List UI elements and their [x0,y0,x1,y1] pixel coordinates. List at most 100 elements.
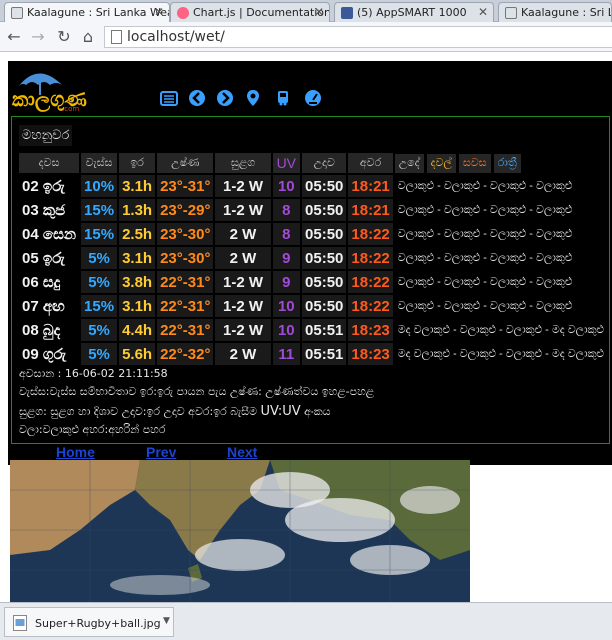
tab-title: Kaalagune : Sri Lanka [521,6,611,19]
close-tab-icon[interactable]: ✕ [314,5,324,19]
next-link[interactable]: Next [227,444,257,460]
temperature-cell: 23°-31° [157,175,214,197]
table-row: 09 ගුරු 5% 5.6h 22°-32° 2 W 11 05:51 18:… [19,343,607,365]
uv-cell: 8 [272,199,301,221]
sun-hours-cell: 2.5h [119,223,156,245]
prev-arrow-icon[interactable] [188,89,206,107]
tab-title: Chart.js | Documentation [193,6,330,19]
kaalagune-favicon-icon [505,7,517,19]
kaalagune-logo[interactable]: කාලගුණ .com [12,65,87,115]
sun-hours-cell: 1.3h [119,199,156,221]
sunset-cell: 18:22 [348,295,393,317]
close-tab-icon[interactable]: ✕ [154,5,164,19]
rain-cell: 10% [81,175,118,197]
forward-arrow-icon[interactable]: → [28,27,48,47]
chevron-down-icon[interactable]: ▼ [163,616,170,626]
header-uv: UV [272,153,301,173]
cloud-description-cell: වලාකුළු - වලාකුළු - වලාකුළු - වලාකුළු [397,179,573,192]
day-cell: 03 කුජ [22,201,66,219]
temperature-cell: 23°-29° [157,199,214,221]
table-row: 07 අඟ 15% 3.1h 22°-31° 1-2 W 10 05:50 18… [19,295,607,317]
rain-cell: 15% [81,295,118,317]
wind-cell: 1-2 W [215,199,271,221]
reload-icon[interactable]: ↻ [54,27,74,47]
sunset-cell: 18:23 [348,343,393,365]
sun-hours-cell: 3.1h [119,175,156,197]
close-tab-icon[interactable]: ✕ [478,5,488,19]
header-evening: සවස [458,153,491,173]
rain-cell: 5% [81,343,118,365]
home-icon[interactable]: ⌂ [78,27,98,47]
table-row: 04 සෙන 15% 2.5h 23°-30° 2 W 8 05:50 18:2… [19,223,607,245]
rain-cell: 5% [81,319,118,341]
next-arrow-icon[interactable] [216,89,234,107]
day-cell: 05 ඉරු [22,249,65,267]
forecast-panel: මහනුවර දවස වැස්ස ඉර උෂ්ණ සුළග UV උදාව අව… [11,116,610,444]
sunset-cell: 18:23 [348,319,393,341]
sun-hours-cell: 4.4h [119,319,156,341]
home-link[interactable]: Home [56,444,95,460]
image-file-icon [13,615,27,631]
tab-chartjs[interactable]: Chart.js | Documentation ✕ [170,2,330,22]
bus-icon[interactable] [274,89,292,107]
uv-cell: 10 [272,319,301,341]
district-name: මහනුවර [19,125,73,146]
legend-line-2-suffix: අංකය [304,405,331,418]
tab-appsmart[interactable]: (5) AppSMART 1000 ✕ [334,2,494,22]
satellite-map-icon [10,460,470,602]
sun-hours-cell: 3.1h [119,295,156,317]
temperature-cell: 22°-31° [157,295,214,317]
tab-kaalagune-2[interactable]: Kaalagune : Sri Lanka [498,2,612,22]
facebook-favicon-icon [341,7,353,19]
location-pin-icon[interactable] [244,89,262,107]
day-cell: 06 සදු [22,273,61,291]
table-row: 03 කුජ 15% 1.3h 23°-29° 1-2 W 8 05:50 18… [19,199,607,221]
cloud-description-cell: මද වලාකුළු - වලාකුළු - වලාකුළු - මද වලාක… [397,347,604,360]
day-cell: 08 බුද [22,321,61,339]
tab-kaalagune[interactable]: Kaalagune : Sri Lanka Wea ✕ [4,2,170,22]
header-temp: උෂ්ණ [157,153,214,173]
download-item[interactable]: Super+Rugby+ball.jpg ▼ [4,607,174,637]
download-shelf: Super+Rugby+ball.jpg ▼ [0,602,612,640]
uv-cell: 9 [272,247,301,269]
table-row: 02 ඉරු 10% 3.1h 23°-31° 1-2 W 10 05:50 1… [19,175,607,197]
header-morning: උදේ [394,153,424,173]
wind-cell: 1-2 W [215,295,271,317]
prev-link[interactable]: Prev [146,444,176,460]
wind-cell: 2 W [215,247,271,269]
address-bar[interactable]: localhost/wet/ [104,26,612,48]
legend-line-1: වැස්ස:වැස්ස සම්භාවිතාව ඉර:ඉරු පායන පැය උ… [19,385,375,398]
table-row: 06 සදු 5% 3.8h 22°-31° 1-2 W 9 05:50 18:… [19,271,607,293]
tab-title: Kaalagune : Sri Lanka Wea [27,6,170,19]
uv-cell: 11 [272,343,301,365]
temperature-cell: 23°-30° [157,247,214,269]
temperature-cell: 22°-31° [157,271,214,293]
download-filename: Super+Rugby+ball.jpg [35,617,161,630]
table-row: 08 බුද 5% 4.4h 22°-31° 1-2 W 10 05:51 18… [19,319,607,341]
speedometer-icon[interactable] [304,89,322,107]
cloud-description-cell: වලාකුළු - වලාකුළු - වලාකුළු - වලාකුළු [397,275,573,288]
cloud-description-cell: වලාකුළු - වලාකුළු - වලාකුළු - වලාකුළු [397,299,573,312]
wind-cell: 1-2 W [215,271,271,293]
list-icon[interactable] [160,89,178,107]
legend-line-2-prefix: සුළග: සුළග හා දිශාව උදාව:ඉර උදාව අවර:ඉර … [19,405,257,418]
table-row: 05 ඉරු 5% 3.1h 23°-30° 2 W 9 05:50 18:22… [19,247,607,269]
header-period-group: උදේ දවල් සවස රාත්‍රී [394,153,607,173]
header-sun: ඉර [119,153,156,173]
sunset-cell: 18:22 [348,271,393,293]
sunrise-cell: 05:50 [302,199,347,221]
uv-cell: 8 [272,223,301,245]
rain-cell: 15% [81,223,118,245]
wind-cell: 2 W [215,223,271,245]
legend-line-2: සුළග: සුළග හා දිශාව උදාව:ඉර උදාව අවර:ඉර … [19,404,331,419]
day-cell: 02 ඉරු [22,177,65,195]
legend-uv: UV:UV [260,404,301,419]
sunrise-cell: 05:50 [302,295,347,317]
cloud-description-cell: වලාකුළු - වලාකුළු - වලාකුළු - වලාකුළු [397,251,573,264]
site-icon-nav [160,89,340,111]
rain-cell: 15% [81,199,118,221]
rain-cell: 5% [81,271,118,293]
back-arrow-icon[interactable]: ← [4,27,24,47]
sunset-cell: 18:21 [348,199,393,221]
header-rain: වැස්ස [81,153,118,173]
